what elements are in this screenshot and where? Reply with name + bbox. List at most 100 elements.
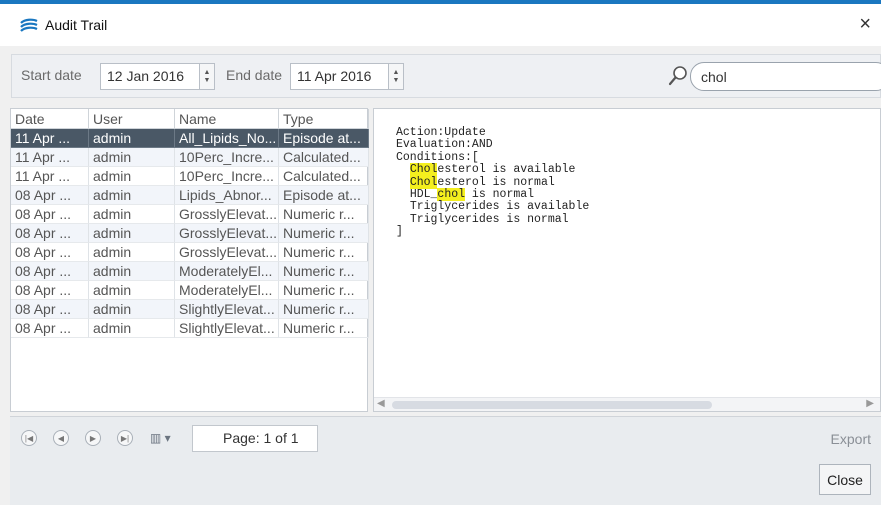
app-logo-icon: [20, 18, 38, 32]
end-date-label: End date: [226, 67, 283, 83]
audit-trail-window: Audit Trail × Start date 12 Jan 2016 ▲ ▼…: [0, 0, 881, 505]
table-row[interactable]: 11 Apr ... admin 10Perc_Incre... Calculated…: [11, 148, 369, 167]
column-header-user[interactable]: User: [89, 109, 175, 129]
detail-panel: Action:Update Evaluation:AND Conditions:…: [373, 108, 881, 412]
conditions-close-line: ]: [396, 225, 403, 239]
first-page-icon[interactable]: |◀: [21, 430, 37, 446]
cell-date: 08 Apr ...: [11, 281, 89, 300]
cell-name: ModeratelyEl...: [175, 262, 279, 281]
cell-date: 08 Apr ...: [11, 186, 89, 205]
cell-type: Episode at...: [279, 129, 369, 148]
export-button[interactable]: Export: [831, 431, 871, 447]
search-icon[interactable]: [667, 65, 689, 87]
start-date-spinner[interactable]: ▲ ▼: [199, 63, 215, 90]
table-row[interactable]: 11 Apr ... admin 10Perc_Incre... Calculated…: [11, 167, 369, 186]
cell-name: SlightlyElevat...: [175, 319, 279, 338]
column-header-date[interactable]: Date: [11, 109, 89, 129]
action-line: Action:Update: [396, 126, 486, 139]
condition-text: Triglycerides is available: [409, 200, 590, 214]
end-date-field[interactable]: 11 Apr 2016: [290, 63, 390, 90]
scrollbar-thumb[interactable]: [392, 401, 712, 409]
cell-type: Calculated...: [279, 148, 369, 167]
table-row[interactable]: 08 Apr ... admin Lipids_Abnor... Episode at…: [11, 186, 369, 205]
scroll-right-icon[interactable]: ▶: [866, 398, 874, 409]
cell-date: 08 Apr ...: [11, 205, 89, 224]
spin-down-icon[interactable]: ▼: [393, 77, 400, 85]
table-row[interactable]: 08 Apr ... admin ModeratelyEl... Numeric r.…: [11, 281, 369, 300]
table-row[interactable]: 08 Apr ... admin ModeratelyEl... Numeric r.…: [11, 262, 369, 281]
condition-text: Triglycerides is normal: [409, 212, 569, 226]
search-highlight: Chol: [409, 163, 438, 177]
filter-toolbar: Start date 12 Jan 2016 ▲ ▼ End date 11 A…: [11, 54, 881, 98]
cell-date: 11 Apr ...: [11, 148, 89, 167]
spin-up-icon[interactable]: ▲: [204, 69, 211, 77]
previous-page-icon[interactable]: ◀: [53, 430, 69, 446]
start-date-field[interactable]: 12 Jan 2016: [100, 63, 200, 90]
start-date-label: Start date: [21, 67, 82, 83]
cell-name: GrosslyElevat...: [175, 243, 279, 262]
cell-type: Numeric r...: [279, 262, 369, 281]
cell-type: Numeric r...: [279, 243, 369, 262]
cell-date: 11 Apr ...: [11, 167, 89, 186]
cell-date: 08 Apr ...: [11, 243, 89, 262]
condition-text: esterol is normal: [437, 175, 555, 189]
table-row[interactable]: 11 Apr ... admin All_Lipids_No... Episode a…: [11, 129, 369, 148]
cell-type: Numeric r...: [279, 281, 369, 300]
close-button[interactable]: Close: [819, 464, 871, 495]
rule-text: Action:Update Evaluation:AND Conditions:…: [396, 126, 590, 239]
cell-user: admin: [89, 224, 175, 243]
search-highlight: Chol: [409, 175, 438, 189]
cell-date: 08 Apr ...: [11, 319, 89, 338]
cell-type: Numeric r...: [279, 319, 369, 338]
view-options-icon[interactable]: ▥ ▾: [150, 431, 171, 445]
cell-user: admin: [89, 186, 175, 205]
cell-name: GrosslyElevat...: [175, 205, 279, 224]
grid-header: Date User Name Type: [11, 109, 369, 129]
table-row[interactable]: 08 Apr ... admin GrosslyElevat... Numeric r…: [11, 224, 369, 243]
cell-name: SlightlyElevat...: [175, 300, 279, 319]
cell-user: admin: [89, 243, 175, 262]
cell-user: admin: [89, 205, 175, 224]
scroll-left-icon[interactable]: ◀: [377, 398, 385, 409]
cell-name: Lipids_Abnor...: [175, 186, 279, 205]
table-row[interactable]: 08 Apr ... admin GrosslyElevat... Numeric r…: [11, 205, 369, 224]
cell-type: Episode at...: [279, 186, 369, 205]
condition-text: esterol is available: [437, 163, 576, 177]
cell-name: 10Perc_Incre...: [175, 148, 279, 167]
cell-name: ModeratelyEl...: [175, 281, 279, 300]
cell-type: Calculated...: [279, 167, 369, 186]
spin-up-icon[interactable]: ▲: [393, 69, 400, 77]
title-accent-strip: [0, 0, 881, 4]
next-page-icon[interactable]: ▶: [85, 430, 101, 446]
search-highlight: chol: [437, 188, 466, 202]
cell-name: 10Perc_Incre...: [175, 167, 279, 186]
audit-grid: Date User Name Type 11 Apr ... admin All_L…: [10, 108, 369, 412]
title-bar: Audit Trail ×: [0, 0, 881, 46]
cell-type: Numeric r...: [279, 224, 369, 243]
search-input[interactable]: [690, 62, 881, 91]
cell-user: admin: [89, 167, 175, 186]
close-button-label: Close: [827, 471, 863, 488]
cell-date: 08 Apr ...: [11, 300, 89, 319]
last-page-icon[interactable]: ▶|: [117, 430, 133, 446]
cell-name: GrosslyElevat...: [175, 224, 279, 243]
cell-user: admin: [89, 281, 175, 300]
cell-type: Numeric r...: [279, 300, 369, 319]
condition-text: HDL_: [409, 188, 438, 202]
spin-down-icon[interactable]: ▼: [204, 77, 211, 85]
table-row[interactable]: 08 Apr ... admin SlightlyElevat... Numeric …: [11, 300, 369, 319]
end-date-spinner[interactable]: ▲ ▼: [388, 63, 404, 90]
window-close-icon[interactable]: ×: [859, 14, 871, 34]
table-row[interactable]: 08 Apr ... admin SlightlyElevat... Numeric …: [11, 319, 369, 338]
column-header-name[interactable]: Name: [175, 109, 279, 129]
horizontal-scrollbar[interactable]: ◀ ▶: [374, 397, 880, 411]
column-header-type[interactable]: Type: [279, 109, 369, 129]
cell-user: admin: [89, 129, 175, 148]
footer-bar: |◀ ◀ ▶ ▶| ▥ ▾ Page: 1 of 1 Export Close: [10, 416, 881, 505]
table-row[interactable]: 08 Apr ... admin GrosslyElevat... Numeric r…: [11, 243, 369, 262]
cell-date: 08 Apr ...: [11, 262, 89, 281]
cell-type: Numeric r...: [279, 205, 369, 224]
cell-user: admin: [89, 148, 175, 167]
condition-text: is normal: [465, 188, 535, 202]
cell-user: admin: [89, 319, 175, 338]
